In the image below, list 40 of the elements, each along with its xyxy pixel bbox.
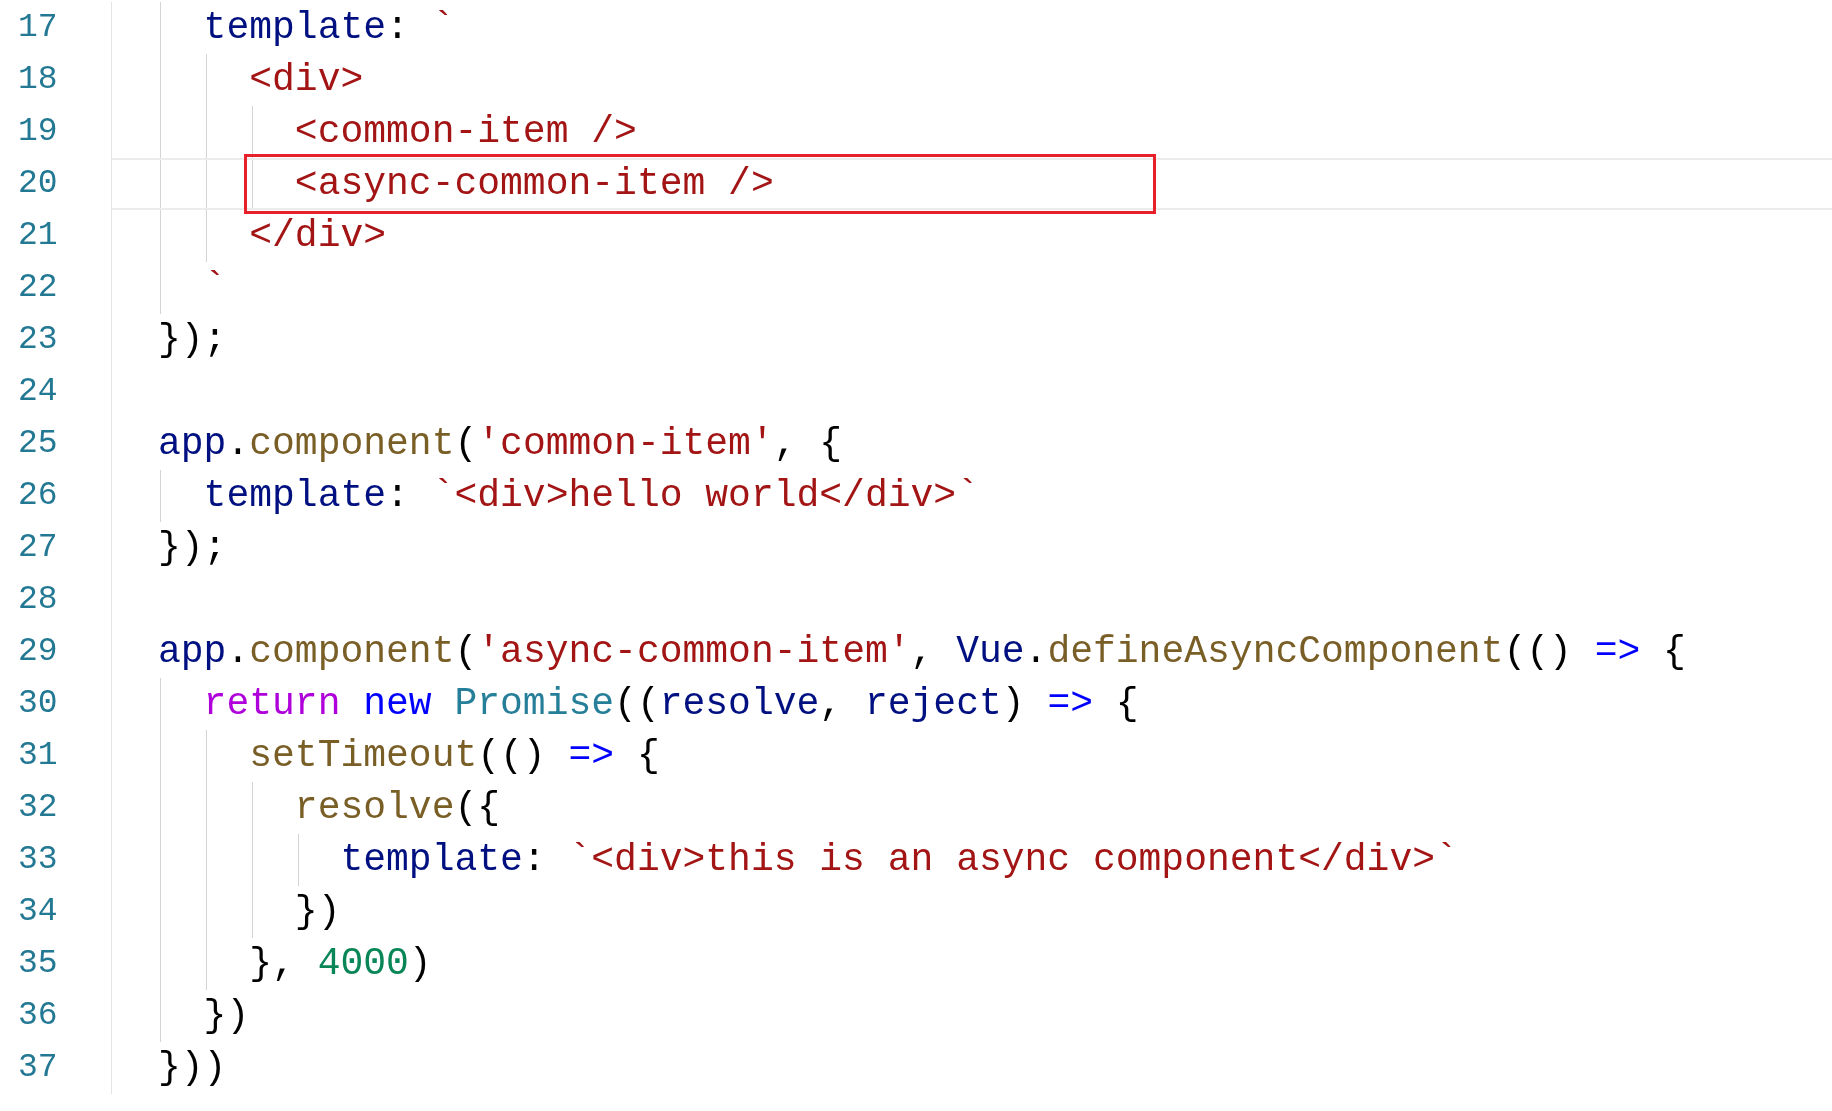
line-number: 27: [18, 528, 58, 568]
code-text: app.component('async-common-item', Vue.defineAsyncComponent(() => {: [158, 629, 1686, 675]
code-text: `: [202, 265, 227, 311]
code-text: resolve({: [293, 785, 501, 831]
code-text: });: [158, 525, 227, 571]
line-number: 21: [18, 216, 58, 256]
line-number: 29: [18, 632, 58, 672]
code-text: <async-common-item />: [293, 161, 774, 207]
code-text: return new Promise((resolve, reject) => {: [202, 681, 1139, 727]
code-text: }, 4000): [248, 941, 432, 987]
line-number: 24: [18, 372, 58, 412]
line-number: 33: [18, 840, 58, 880]
code-text: app.component('common-item', {: [158, 421, 843, 467]
code-text: <div>: [248, 57, 364, 103]
line-number: 18: [18, 60, 58, 100]
code-text: <common-item />: [293, 109, 637, 155]
code-text: });: [158, 317, 227, 363]
line-number: 20: [18, 164, 58, 204]
code-text: setTimeout(() => {: [248, 733, 660, 779]
line-number: 22: [18, 268, 58, 308]
code-text: template: `: [202, 5, 455, 51]
line-number: 28: [18, 580, 58, 620]
code-text: template: `<div>this is an async component</div>`: [339, 837, 1458, 883]
line-number: 34: [18, 892, 58, 932]
line-number: 35: [18, 944, 58, 984]
line-number: 26: [18, 476, 58, 516]
line-number: 25: [18, 424, 58, 464]
line-number: 36: [18, 996, 58, 1036]
line-number: 19: [18, 112, 58, 152]
line-number: 31: [18, 736, 58, 776]
line-number: 30: [18, 684, 58, 724]
code-text: </div>: [248, 213, 387, 259]
code-text: }): [293, 889, 341, 935]
line-number: 32: [18, 788, 58, 828]
line-number: 37: [18, 1048, 58, 1088]
line-number: 17: [18, 8, 58, 48]
code-text: })): [158, 1045, 227, 1091]
code-text: }): [202, 993, 250, 1039]
line-number: 23: [18, 320, 58, 360]
code-text: template: `<div>hello world</div>`: [202, 473, 979, 519]
